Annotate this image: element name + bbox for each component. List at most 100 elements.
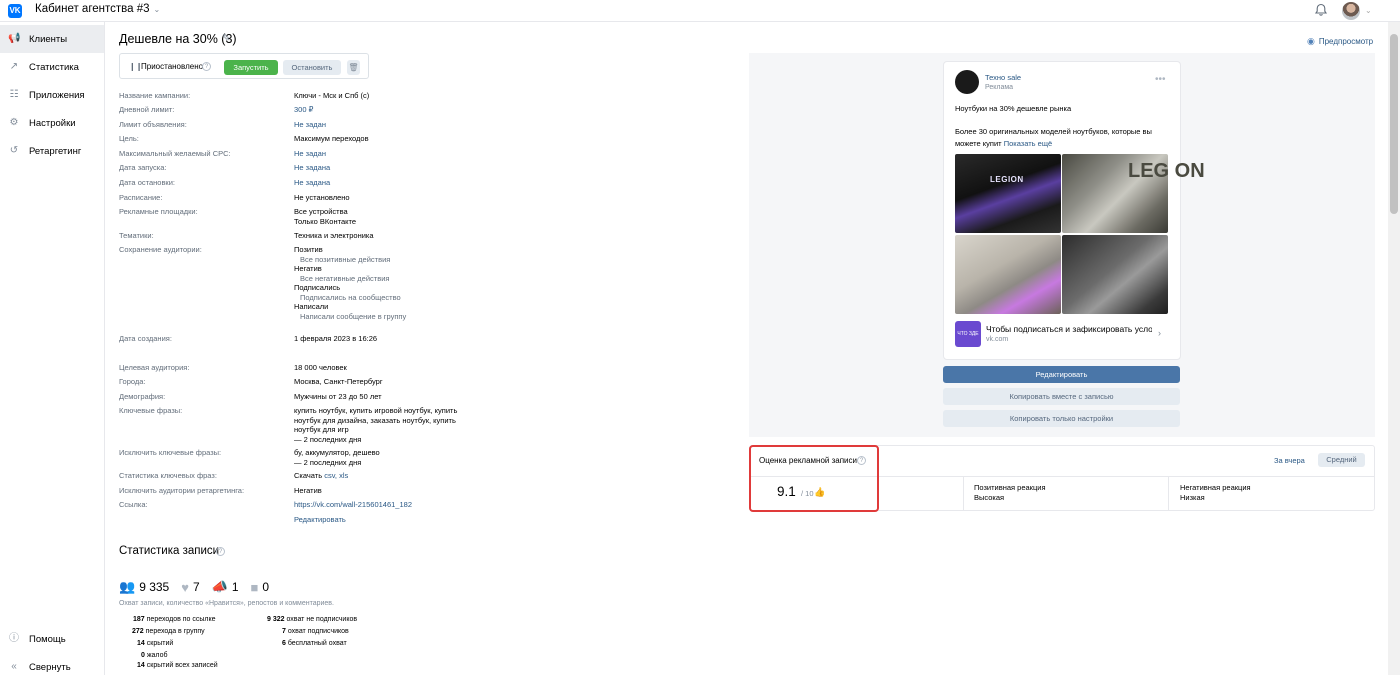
- divider: [1168, 476, 1169, 511]
- edit-params-link[interactable]: Редактировать: [294, 515, 346, 525]
- sidebar-item-help[interactable]: ⓘ Помощь: [0, 625, 104, 653]
- positive-reaction-label: Позитивная реакция: [974, 483, 1046, 492]
- cabinet-title: Кабинет агентства #3: [35, 3, 150, 15]
- photo-logo-text: LEGION: [990, 175, 1024, 184]
- show-more-link[interactable]: Показать ещё: [1004, 139, 1052, 148]
- audience-group-name: Написали: [294, 302, 329, 311]
- sidebar-item-label: Клиенты: [29, 33, 68, 45]
- post-stats-title: Статистика записи: [119, 545, 220, 557]
- param-value: Все устройства Только ВКонтакте: [294, 207, 356, 226]
- sidebar-item-label: Статистика: [29, 61, 79, 73]
- comment-icon: ■: [250, 579, 259, 595]
- stats-caption: Охват записи, количество «Нравится», реп…: [119, 600, 334, 607]
- stop-button[interactable]: Остановить: [283, 60, 341, 75]
- param-value: Техника и электроника: [294, 231, 374, 240]
- sidebar-item-label: Ретаргетинг: [29, 145, 82, 157]
- megaphone-icon: 📣: [211, 579, 228, 594]
- param-value: 18 000 человек: [294, 363, 347, 372]
- negative-reaction-label: Негативная реакция: [1180, 483, 1251, 492]
- keyword-stats-download: Скачать csv, xls: [294, 471, 349, 480]
- post-author[interactable]: Техно sale: [985, 73, 1021, 82]
- param-label: Тематики:: [119, 231, 154, 240]
- sidebar-item-statistics[interactable]: ↗ Статистика: [0, 53, 104, 81]
- post-stats-summary: 👥 9 335 ♥ 7 📣 1 ■ 0: [119, 579, 281, 595]
- negative-reaction-value: Низкая: [1180, 493, 1205, 502]
- post-photo[interactable]: [955, 235, 1061, 314]
- param-label: Демография:: [119, 392, 166, 401]
- link-title[interactable]: Чтобы подписаться и зафиксировать усло..…: [986, 324, 1152, 334]
- stat-line: 0 жалоб: [141, 652, 168, 659]
- audience-group-sub: Подписались на сообщество: [300, 292, 401, 302]
- chevron-down-icon[interactable]: ⌄: [1365, 6, 1372, 15]
- avatar[interactable]: [1342, 2, 1360, 20]
- page-title: Дешевле на 30% (3): [119, 32, 237, 46]
- post-text: Более 30 оригинальных моделей ноутбуков,…: [955, 127, 1152, 148]
- divider: [963, 476, 964, 511]
- retarget-icon: ↺: [9, 145, 19, 156]
- sidebar-collapse[interactable]: « Свернуть: [0, 653, 104, 681]
- audience-group-sub: Все позитивные действия: [300, 254, 391, 264]
- param-label: Рекламные площадки:: [119, 207, 198, 216]
- rating-level-badge[interactable]: Средний: [1318, 453, 1365, 467]
- sidebar-item-apps[interactable]: ☷ Приложения: [0, 81, 104, 109]
- sidebar-item-label: Помощь: [29, 633, 66, 645]
- param-label: Название кампании:: [119, 91, 191, 100]
- eye-icon: ◉: [1307, 36, 1315, 46]
- audience-group-name: Негатив: [294, 264, 322, 273]
- param-label: Сохранение аудитории:: [119, 245, 202, 254]
- param-value-link[interactable]: Не задан: [294, 120, 326, 130]
- excluded-keywords-value: бу, аккумулятор, дешево — 2 последних дн…: [294, 448, 380, 467]
- post-text: Ноутбуки на 30% дешевле рынка: [955, 104, 1072, 113]
- users-icon: 👥: [119, 579, 136, 594]
- param-value-link[interactable]: Не задана: [294, 163, 330, 173]
- rating-period-dropdown[interactable]: За вчера: [1274, 456, 1305, 465]
- stat-line: 187 переходов по ссылке: [133, 616, 216, 623]
- vk-logo-icon[interactable]: VK: [8, 4, 22, 18]
- post-photo[interactable]: [1062, 235, 1168, 314]
- param-label: Ключевые фразы:: [119, 406, 183, 415]
- param-value-link[interactable]: Не задана: [294, 178, 330, 188]
- megaphone-icon: 📢: [8, 33, 21, 44]
- sidebar-item-clients[interactable]: 📢 Клиенты: [0, 25, 104, 53]
- stat-line: 272 перехода в группу: [132, 628, 205, 635]
- help-icon[interactable]: ?: [216, 547, 225, 556]
- audience-groups: Позитив Все позитивные действия Негатив …: [294, 245, 406, 321]
- help-circle-icon: ⓘ: [9, 633, 19, 644]
- gear-icon: ⚙: [9, 117, 19, 128]
- download-links[interactable]: csv, xls: [324, 471, 348, 480]
- post-photo[interactable]: [955, 154, 1061, 233]
- cabinet-switcher[interactable]: Кабинет агентства #3 ⌄: [35, 3, 160, 15]
- link-thumbnail[interactable]: ЧТО ЗДЕ: [955, 321, 981, 347]
- double-chevron-left-icon: «: [11, 661, 17, 672]
- preview-link[interactable]: ◉ Предпросмотр: [1307, 36, 1373, 47]
- audience-group-sub: Все негативные действия: [300, 273, 390, 283]
- stat-line: 9 322 охват не подписчиков: [267, 616, 358, 623]
- pencil-icon[interactable]: ✎: [222, 33, 230, 44]
- sidebar-item-label: Приложения: [29, 89, 85, 101]
- trash-icon[interactable]: 🗑: [347, 60, 360, 75]
- param-label: Города:: [119, 377, 146, 386]
- post-url-link[interactable]: https://vk.com/wall-215601461_182: [294, 500, 412, 510]
- param-label: Дата создания:: [119, 334, 172, 343]
- param-label: Целевая аудитория:: [119, 363, 190, 372]
- sidebar-item-settings[interactable]: ⚙ Настройки: [0, 109, 104, 137]
- chevron-right-icon[interactable]: ›: [1158, 328, 1161, 338]
- sidebar-item-retargeting[interactable]: ↺ Ретаргетинг: [0, 137, 104, 165]
- param-value-link[interactable]: 300 ₽: [294, 105, 313, 115]
- more-dots-icon[interactable]: •••: [1155, 74, 1166, 85]
- run-button[interactable]: Запустить: [224, 60, 278, 75]
- copy-settings-button[interactable]: Копировать только настройки: [943, 410, 1180, 427]
- edit-button[interactable]: Редактировать: [943, 366, 1180, 383]
- param-value-link[interactable]: Не задан: [294, 149, 326, 159]
- param-label: Дата остановки:: [119, 178, 175, 187]
- sidebar-item-label: Свернуть: [29, 661, 71, 673]
- copy-with-post-button[interactable]: Копировать вместе с записью: [943, 388, 1180, 405]
- help-icon[interactable]: ?: [202, 62, 211, 71]
- scrollbar-thumb[interactable]: [1390, 34, 1398, 214]
- photo-logo-text: LEG ON: [1128, 160, 1205, 182]
- author-avatar[interactable]: [955, 70, 979, 94]
- bell-icon[interactable]: [1314, 3, 1328, 17]
- param-label: Максимальный желаемый CPC:: [119, 149, 231, 158]
- param-label: Лимит объявления:: [119, 120, 187, 129]
- post-subtitle: Реклама: [985, 84, 1014, 91]
